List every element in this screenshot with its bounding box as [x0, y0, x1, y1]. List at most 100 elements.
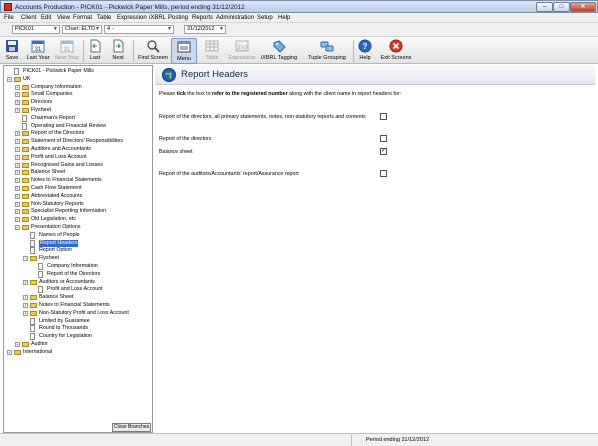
- expand-icon[interactable]: +: [15, 147, 20, 152]
- option-checkbox-all-statements[interactable]: [380, 113, 387, 120]
- expand-icon[interactable]: +: [15, 342, 20, 347]
- tree-item[interactable]: + Directors: [4, 99, 152, 106]
- tree-item[interactable]: + Report of the Directors: [4, 130, 152, 137]
- expand-icon[interactable]: +: [15, 108, 20, 113]
- tree-item[interactable]: + Notes to Financial Statements: [4, 177, 152, 184]
- period-selector[interactable]: 31/12/2012 ▼: [184, 25, 226, 34]
- tree-item[interactable]: + Auditors and Accountants: [4, 146, 152, 153]
- tree-item[interactable]: + Profit and Loss Account: [4, 154, 152, 161]
- exit-screens-button[interactable]: Exit Screens: [380, 38, 412, 64]
- menu-expression[interactable]: Expression: [117, 15, 147, 21]
- menu-format[interactable]: Format: [73, 15, 92, 21]
- tree-item[interactable]: Chairman's Report: [4, 114, 152, 122]
- next-button[interactable]: Next: [109, 38, 127, 64]
- maximize-button[interactable]: □: [553, 2, 570, 12]
- tree-item[interactable]: + Balance Sheet: [4, 294, 152, 301]
- expand-icon[interactable]: +: [15, 170, 20, 176]
- tree-item[interactable]: + Notes to Financial Statements: [4, 302, 152, 309]
- expand-icon[interactable]: +: [15, 154, 20, 160]
- collapse-icon[interactable]: −: [7, 76, 12, 82]
- tree-item[interactable]: Company Information: [4, 263, 152, 270]
- expand-icon[interactable]: +: [15, 131, 20, 137]
- tree-item[interactable]: + Small Companies: [4, 91, 152, 98]
- menu-reports[interactable]: Reports: [192, 15, 213, 21]
- tuple-grouping-button[interactable]: Tuple Grouping: [305, 38, 349, 64]
- tree-item[interactable]: Profit and Loss Account: [4, 286, 152, 294]
- tree-item[interactable]: + Statement of Directors' Responsibilitie…: [4, 138, 152, 145]
- expand-icon[interactable]: +: [15, 178, 20, 184]
- tree-item[interactable]: Report of the Directors: [4, 270, 152, 278]
- menu-table[interactable]: Table: [97, 15, 111, 21]
- table-button[interactable]: Table: [200, 38, 224, 64]
- menu-posting[interactable]: Posting: [168, 15, 188, 21]
- expand-icon[interactable]: +: [7, 349, 12, 355]
- menu-button[interactable]: Menu: [171, 38, 197, 64]
- expression-button[interactable]: f(x) Expression: [227, 38, 257, 64]
- next-year-button[interactable]: 31 Next Year: [53, 38, 81, 64]
- menu-client[interactable]: Client: [21, 15, 36, 21]
- expand-icon[interactable]: +: [15, 100, 20, 106]
- tree-item[interactable]: + Auditors or Accountants: [4, 279, 152, 286]
- expand-icon[interactable]: +: [15, 92, 20, 98]
- tree-item[interactable]: Names of People: [4, 231, 152, 239]
- tree-item[interactable]: + Cash Flow Statement: [4, 185, 152, 192]
- expand-icon[interactable]: +: [15, 186, 20, 191]
- tree-item[interactable]: + Company Information: [4, 84, 152, 91]
- option-checkbox-balance-sheet[interactable]: ✓: [380, 148, 387, 155]
- chart-selector[interactable]: Chart: ELTD ▼: [62, 25, 102, 34]
- tree-item[interactable]: + Specialist Reporting Information: [4, 208, 152, 215]
- find-screen-button[interactable]: Find Screen: [137, 38, 169, 64]
- tree-item[interactable]: − UK: [4, 76, 152, 83]
- menu-setup[interactable]: Setup: [257, 15, 273, 21]
- help-button[interactable]: ? Help: [356, 38, 374, 64]
- tree-item[interactable]: + Non-Statutory Reports: [4, 201, 152, 208]
- expand-icon[interactable]: +: [15, 193, 20, 199]
- tree-item[interactable]: + Abbreviated Accounts: [4, 193, 152, 200]
- menu-help[interactable]: Help: [278, 15, 290, 21]
- expand-icon[interactable]: +: [23, 303, 28, 308]
- tree-item[interactable]: Report Option: [4, 247, 152, 255]
- menu-view[interactable]: View: [57, 15, 70, 21]
- tree-item[interactable]: + International: [4, 349, 152, 356]
- tree-item[interactable]: Round to Thousands: [4, 325, 152, 333]
- tree-item[interactable]: Country for Legislation: [4, 333, 152, 341]
- expand-icon[interactable]: +: [23, 279, 28, 285]
- expand-icon[interactable]: +: [15, 201, 20, 207]
- client-selector[interactable]: PICK01 ▼: [12, 25, 60, 34]
- collapse-icon[interactable]: −: [15, 225, 20, 230]
- menu-file[interactable]: File: [4, 15, 14, 21]
- tree-item[interactable]: Limited by Guarantee: [4, 317, 152, 325]
- tree-item[interactable]: Report Headers: [4, 239, 152, 247]
- menu-edit[interactable]: Edit: [41, 15, 51, 21]
- tree-item[interactable]: + Balance Sheet: [4, 169, 152, 176]
- tree-item[interactable]: + Flysheet: [4, 107, 152, 114]
- expand-icon[interactable]: +: [15, 84, 20, 90]
- expand-icon[interactable]: +: [23, 295, 28, 301]
- last-button[interactable]: Last: [86, 38, 104, 64]
- tree-item[interactable]: Operating and Financial Review: [4, 122, 152, 130]
- collapse-icon[interactable]: −: [23, 256, 28, 262]
- expand-icon[interactable]: +: [23, 310, 28, 316]
- last-year-button[interactable]: 31 Last Year: [24, 38, 52, 64]
- close-branches-button[interactable]: Close Branches: [112, 423, 151, 432]
- save-button[interactable]: Save: [1, 38, 23, 64]
- menu-ixbrl[interactable]: iXBRL: [149, 15, 166, 21]
- minimize-button[interactable]: –: [536, 2, 553, 12]
- expand-icon[interactable]: +: [15, 139, 20, 145]
- option-checkbox-auditors-report[interactable]: [380, 170, 387, 177]
- expand-icon[interactable]: +: [15, 209, 20, 215]
- expand-icon[interactable]: +: [15, 217, 20, 223]
- close-button[interactable]: ✕: [570, 2, 596, 12]
- tree-item[interactable]: + Recognised Gains and Losses: [4, 162, 152, 169]
- expand-icon[interactable]: +: [15, 162, 20, 168]
- tree-item[interactable]: PICK01 - Pickwick Paper Mills: [4, 68, 152, 75]
- chart-option-selector[interactable]: 4 - ▼: [104, 25, 174, 34]
- tree-item[interactable]: + Non-Statutory Profit and Loss Account: [4, 310, 152, 317]
- tree-item[interactable]: − Presentation Options: [4, 224, 152, 231]
- tree-item[interactable]: + Old Legislation, etc: [4, 216, 152, 223]
- tree-item[interactable]: + Auditor: [4, 341, 152, 348]
- ixbrl-tagging-button[interactable]: iXBRL Tagging: [259, 38, 299, 64]
- option-checkbox-directors-report[interactable]: [380, 135, 387, 142]
- tree-item[interactable]: − Flysheet: [4, 255, 152, 262]
- menu-administration[interactable]: Administration: [216, 15, 254, 21]
